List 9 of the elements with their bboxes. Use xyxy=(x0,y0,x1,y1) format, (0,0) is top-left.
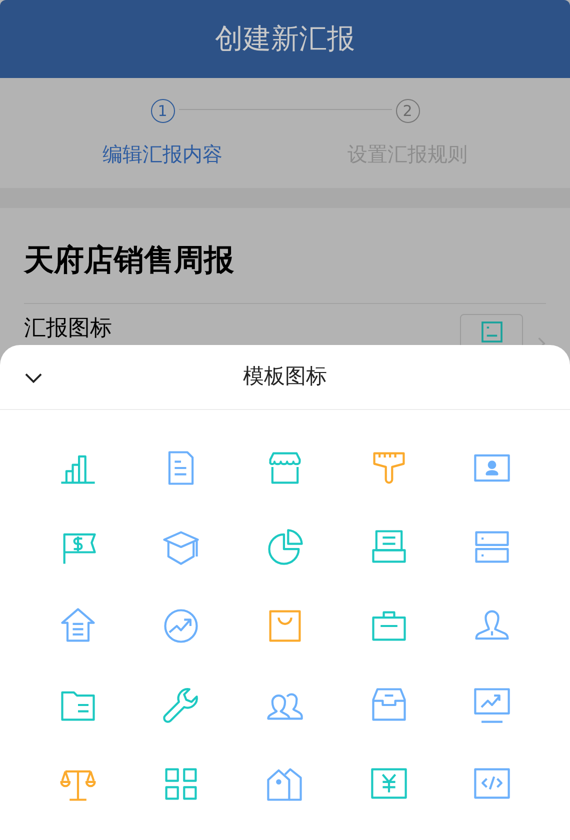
document-icon xyxy=(480,321,502,343)
row-label: 汇报图标 xyxy=(24,316,112,342)
step-number: 2 xyxy=(396,99,420,123)
sheet-title: 模板图标 xyxy=(243,363,327,390)
report-title: 天府店销售周报 xyxy=(24,243,234,278)
page-title: 创建新汇报 xyxy=(215,21,355,57)
step-tab[interactable]: 编辑汇报内容 xyxy=(102,139,222,169)
step-number: 1 xyxy=(150,99,174,123)
chevron-down-icon xyxy=(24,373,42,383)
